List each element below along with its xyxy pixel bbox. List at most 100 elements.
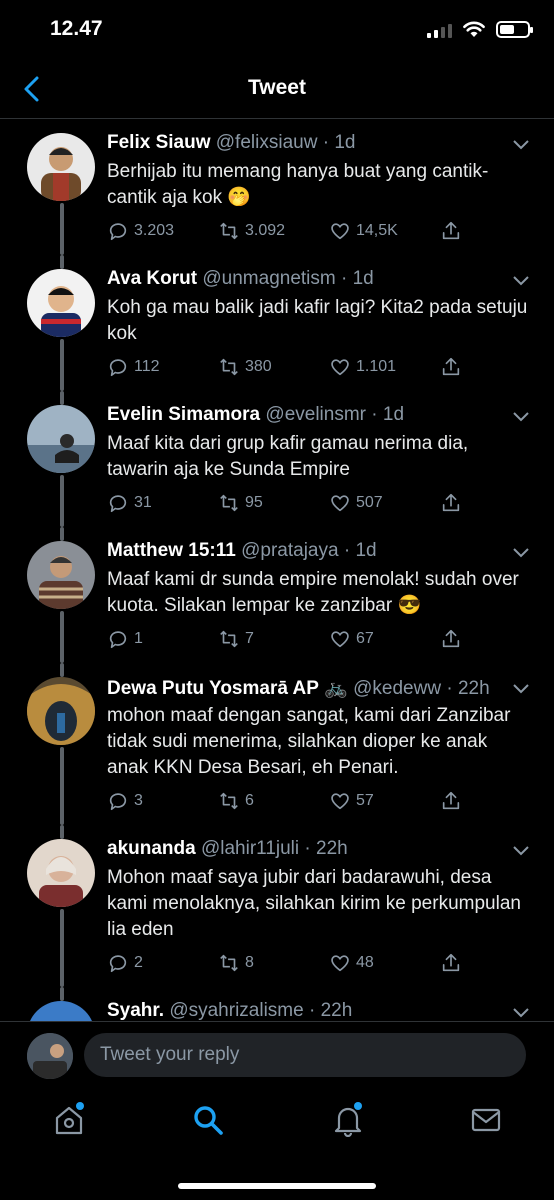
- author-name[interactable]: Dewa Putu Yosmarā AP: [107, 678, 319, 699]
- timestamp: 1d: [382, 404, 405, 425]
- share-button[interactable]: [440, 492, 462, 514]
- share-icon: [442, 221, 460, 240]
- retweet-button[interactable]: 95: [218, 492, 329, 514]
- reply-count: 31: [134, 494, 152, 511]
- author-name[interactable]: Felix Siauw: [107, 132, 210, 153]
- share-icon: [442, 953, 460, 972]
- timestamp: 1d: [352, 268, 374, 289]
- thread-line: [60, 611, 64, 663]
- share-icon: [442, 629, 460, 648]
- messages-icon[interactable]: [469, 1103, 503, 1137]
- retweet-button[interactable]: 3.092: [218, 220, 329, 242]
- author-handle[interactable]: @unmagnetism: [202, 268, 335, 289]
- tweet-text: Berhijab itu memang hanya buat yang cant…: [107, 159, 532, 211]
- tweet-header: Syahr. @syahrizalisme · 22h: [107, 1000, 514, 1021]
- tweet[interactable]: Felix Siauw @felixsiauw · 1d Berhijab it…: [0, 119, 554, 255]
- tweet[interactable]: Ava Korut @unmagnetism · 1d Koh ga mau b…: [0, 255, 554, 391]
- retweet-button[interactable]: 380: [218, 356, 329, 378]
- author-handle[interactable]: @kedeww: [353, 678, 441, 699]
- caret-down-icon[interactable]: [512, 275, 530, 287]
- retweet-icon: [220, 954, 238, 972]
- author-name[interactable]: akunanda: [107, 838, 196, 859]
- tweet-thread[interactable]: Felix Siauw @felixsiauw · 1d Berhijab it…: [0, 119, 554, 1021]
- tweet-header: Evelin Simamora @evelinsmr · 1d: [107, 404, 514, 426]
- thread-line: [60, 255, 64, 269]
- author-name[interactable]: Syahr.: [107, 1000, 164, 1021]
- author-name[interactable]: Matthew 15:11: [107, 540, 236, 561]
- reply-button[interactable]: 1: [107, 628, 218, 650]
- timestamp: 1d: [334, 132, 356, 153]
- tweet[interactable]: Syahr. @syahrizalisme · 22h: [0, 987, 554, 1021]
- share-button[interactable]: [440, 628, 462, 650]
- tweet[interactable]: Matthew 15:11 @pratajaya · 1d Maaf kami …: [0, 527, 554, 663]
- caret-down-icon[interactable]: [512, 845, 530, 857]
- avatar[interactable]: [27, 269, 95, 337]
- retweet-button[interactable]: 7: [218, 628, 329, 650]
- avatar[interactable]: [27, 133, 95, 201]
- home-indicator: [178, 1183, 376, 1189]
- home-notification-dot: [76, 1102, 84, 1110]
- tweet[interactable]: akunanda @lahir11juli · 22h Mohon maaf s…: [0, 825, 554, 987]
- tweet[interactable]: Dewa Putu Yosmarā AP 🚲 @kedeww · 22h moh…: [0, 663, 554, 825]
- reply-input[interactable]: Tweet your reply: [84, 1033, 526, 1077]
- reply-button[interactable]: 2: [107, 952, 218, 974]
- reply-button[interactable]: 112: [107, 356, 218, 378]
- notifications-dot: [354, 1102, 362, 1110]
- search-icon[interactable]: [191, 1103, 225, 1137]
- like-icon: [331, 223, 349, 240]
- separator-dot: ·: [341, 268, 348, 289]
- thread-line: [60, 475, 64, 527]
- author-handle[interactable]: @felixsiauw: [216, 132, 318, 153]
- retweet-button[interactable]: 8: [218, 952, 329, 974]
- author-name[interactable]: Evelin Simamora: [107, 404, 260, 425]
- retweet-count: 3.092: [245, 222, 286, 239]
- author-handle[interactable]: @lahir11juli: [201, 838, 299, 859]
- thread-line: [60, 909, 64, 987]
- tweet-actions: 2 8 48: [107, 952, 474, 974]
- caret-down-icon[interactable]: [512, 1007, 530, 1019]
- tweet[interactable]: Evelin Simamora @evelinsmr · 1d Maaf kit…: [0, 391, 554, 527]
- caret-down-icon[interactable]: [512, 139, 530, 151]
- avatar[interactable]: [27, 839, 95, 907]
- share-button[interactable]: [440, 356, 462, 378]
- avatar[interactable]: [27, 405, 95, 473]
- reply-button[interactable]: 3.203: [107, 220, 218, 242]
- author-handle[interactable]: @evelinsmr: [265, 404, 366, 425]
- reply-button[interactable]: 31: [107, 492, 218, 514]
- like-button[interactable]: 57: [329, 790, 440, 812]
- caret-down-icon[interactable]: [512, 411, 530, 423]
- share-button[interactable]: [440, 952, 462, 974]
- tweet-actions: 3 6 57: [107, 790, 474, 812]
- tweet-actions: 31 95 507: [107, 492, 474, 514]
- user-avatar[interactable]: [27, 1033, 73, 1079]
- like-button[interactable]: 48: [329, 952, 440, 974]
- tweet-text: Maaf kita dari grup kafir gamau nerima d…: [107, 433, 469, 480]
- like-button[interactable]: 1.101: [329, 356, 440, 378]
- tweet-actions: 1 7 67: [107, 628, 474, 650]
- like-button[interactable]: 14,5K: [329, 220, 440, 242]
- caret-down-icon[interactable]: [512, 547, 530, 559]
- share-button[interactable]: [440, 790, 462, 812]
- avatar[interactable]: [27, 1001, 95, 1021]
- reply-icon: [109, 495, 127, 513]
- like-button[interactable]: 67: [329, 628, 440, 650]
- reply-composer: Tweet your reply: [0, 1021, 554, 1090]
- avatar[interactable]: [27, 541, 95, 609]
- like-icon: [331, 955, 349, 972]
- retweet-button[interactable]: 6: [218, 790, 329, 812]
- timestamp: 1d: [355, 540, 377, 561]
- reply-count: 2: [134, 954, 143, 971]
- separator-dot: ·: [322, 132, 330, 153]
- reply-button[interactable]: 3: [107, 790, 218, 812]
- tweet-header: Dewa Putu Yosmarā AP 🚲 @kedeww · 22h: [107, 676, 514, 700]
- caret-down-icon[interactable]: [512, 683, 530, 695]
- retweet-icon: [220, 792, 238, 810]
- avatar[interactable]: [27, 677, 95, 745]
- like-button[interactable]: 507: [329, 492, 440, 514]
- author-name[interactable]: Ava Korut: [107, 268, 197, 289]
- author-handle[interactable]: @pratajaya: [241, 540, 338, 561]
- retweet-count: 380: [245, 358, 272, 375]
- thread-line: [60, 203, 64, 255]
- share-button[interactable]: [440, 220, 462, 242]
- author-handle[interactable]: @syahrizalisme: [169, 1000, 303, 1021]
